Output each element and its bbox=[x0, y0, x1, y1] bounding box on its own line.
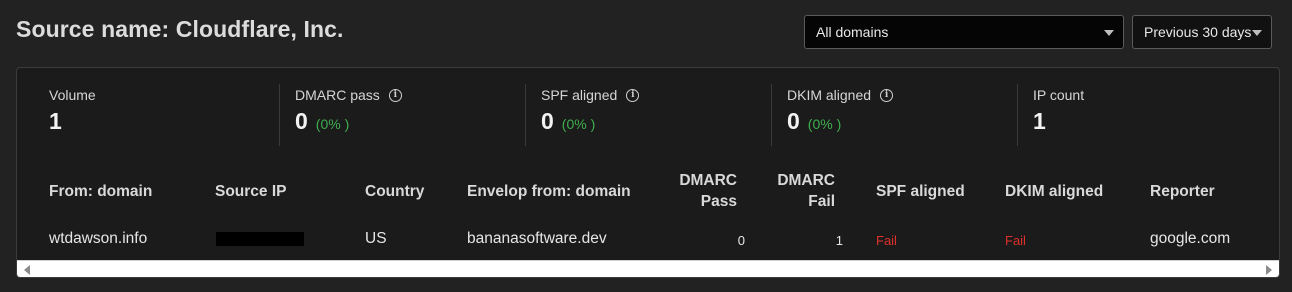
column-header-envelop-from[interactable]: Envelop from: domain bbox=[467, 181, 631, 202]
domain-select-value: All domains bbox=[816, 24, 889, 40]
stat-label: DMARC pass bbox=[295, 87, 380, 103]
period-select-value: Previous 30 days bbox=[1144, 24, 1252, 40]
cell-reporter: google.com bbox=[1150, 230, 1231, 247]
stat-percent: (0% ) bbox=[561, 116, 596, 132]
cell-dkim-aligned: Fail bbox=[1005, 233, 1026, 248]
stat-label: DKIM aligned bbox=[787, 87, 872, 103]
column-header-reporter[interactable]: Reporter bbox=[1150, 181, 1215, 202]
stat-percent: (0% ) bbox=[807, 116, 842, 132]
stat-value: 0 bbox=[787, 108, 800, 134]
chevron-down-icon bbox=[1104, 30, 1114, 36]
header-line: DMARC bbox=[679, 172, 737, 189]
stat-label: Volume bbox=[49, 87, 96, 103]
info-icon[interactable]: i bbox=[388, 88, 402, 102]
column-header-dmarc-pass[interactable]: DMARC Pass bbox=[657, 170, 737, 212]
scroll-left-arrow-icon[interactable] bbox=[24, 265, 30, 275]
stat-spf-aligned: SPF aligned i 0 (0% ) bbox=[541, 86, 640, 146]
column-header-dkim-aligned[interactable]: DKIM aligned bbox=[1005, 181, 1103, 202]
column-header-country[interactable]: Country bbox=[365, 181, 424, 202]
cell-from-domain: wtdawson.info bbox=[49, 230, 148, 247]
domain-select[interactable]: All domains bbox=[804, 15, 1124, 49]
header-line: Fail bbox=[808, 193, 835, 210]
stat-divider bbox=[525, 84, 526, 146]
cell-envelop-from: bananasoftware.dev bbox=[467, 230, 607, 247]
info-icon[interactable]: i bbox=[880, 88, 894, 102]
stat-label: SPF aligned bbox=[541, 87, 618, 103]
cell-dmarc-pass: 0 bbox=[737, 233, 745, 248]
header-line: Pass bbox=[700, 193, 737, 210]
chevron-down-icon bbox=[1252, 30, 1262, 36]
info-icon[interactable]: i bbox=[626, 88, 640, 102]
column-header-dmarc-fail[interactable]: DMARC Fail bbox=[755, 170, 835, 212]
stat-value: 1 bbox=[49, 108, 62, 134]
period-select[interactable]: Previous 30 days bbox=[1132, 15, 1272, 49]
header-line: DMARC bbox=[777, 172, 835, 189]
cell-dmarc-fail: 1 bbox=[835, 233, 843, 248]
stat-dmarc-pass: DMARC pass i 0 (0% ) bbox=[295, 86, 402, 146]
column-header-from-domain[interactable]: From: domain bbox=[49, 181, 152, 202]
stat-value: 1 bbox=[1033, 108, 1046, 134]
page-title: Source name: Cloudflare, Inc. bbox=[16, 16, 344, 42]
stat-percent: (0% ) bbox=[315, 116, 350, 132]
scroll-right-arrow-icon[interactable] bbox=[1266, 265, 1272, 275]
stat-ip-count: IP count 1 bbox=[1033, 86, 1084, 146]
stat-label: IP count bbox=[1033, 87, 1085, 103]
stat-dkim-aligned: DKIM aligned i 0 (0% ) bbox=[787, 86, 894, 146]
stat-divider bbox=[279, 84, 280, 146]
source-details-panel: Volume 1 DMARC pass i 0 (0% ) SPF aligned i… bbox=[16, 67, 1280, 278]
column-header-source-ip[interactable]: Source IP bbox=[215, 181, 287, 202]
redacted-source-ip bbox=[216, 232, 304, 246]
stat-divider bbox=[1017, 84, 1018, 146]
stat-volume: Volume 1 bbox=[49, 86, 96, 146]
stat-value: 0 bbox=[295, 108, 308, 134]
stat-value: 0 bbox=[541, 108, 554, 134]
column-header-spf-aligned[interactable]: SPF aligned bbox=[876, 181, 965, 202]
stat-divider bbox=[771, 84, 772, 146]
horizontal-scrollbar[interactable] bbox=[17, 260, 1279, 277]
cell-country: US bbox=[365, 230, 387, 247]
cell-spf-aligned: Fail bbox=[876, 233, 897, 248]
